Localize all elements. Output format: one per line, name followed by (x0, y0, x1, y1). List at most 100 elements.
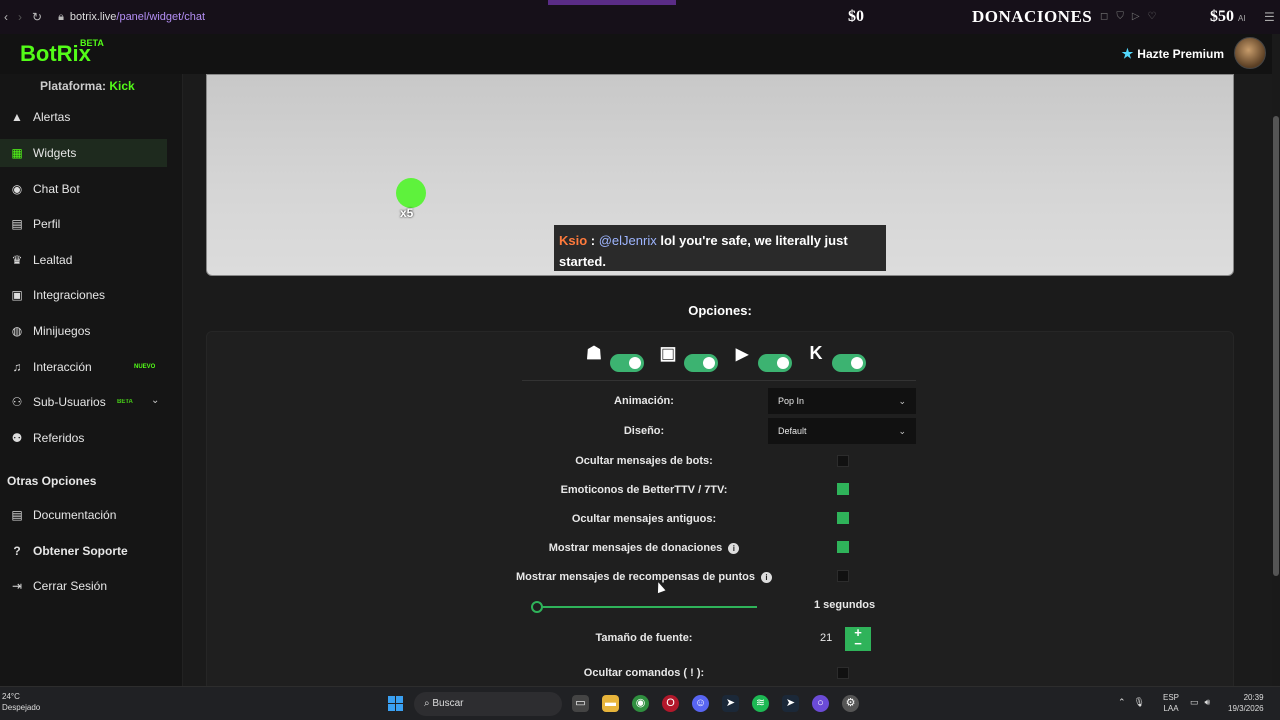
system-tray[interactable]: ⌃ 🎙︎ (1118, 697, 1145, 708)
sidebar-item-minijuegos[interactable]: ◍ Minijuegos (0, 317, 167, 345)
shield-icon[interactable]: ⛉ (1116, 11, 1124, 22)
chrome-icon[interactable]: ◉ (632, 695, 649, 712)
play-icon[interactable]: ▷ (1132, 11, 1140, 22)
hide-bots-checkbox[interactable] (837, 455, 849, 467)
window-icon[interactable]: ◻ (1100, 11, 1108, 22)
logout-icon: ⇥ (11, 579, 23, 593)
language-indicator[interactable]: ESP LAA (1163, 692, 1179, 714)
sidebar-item-interaccion[interactable]: ♫ Interacción NUEVO (0, 353, 167, 381)
platform-indicator: Plataforma: Kick (40, 79, 135, 93)
donations-label: Mostrar mensajes de donaciones (548, 542, 723, 554)
donations-goal: $50 AI (1210, 8, 1246, 25)
os-taskbar: 24°C Despejado ⌕ Buscar ▭ ▬ ◉ O ☺ ➤ ≋ ➤ ○… (0, 686, 1280, 720)
discord-icon[interactable]: ☺ (692, 695, 709, 712)
warning-icon: ▲ (11, 110, 23, 124)
donations-checkbox[interactable] (837, 541, 849, 553)
chevron-down-icon[interactable]: ⌄ (151, 395, 159, 406)
taskbar-search[interactable]: ⌕ Buscar (414, 692, 562, 716)
chat-username: Ksio (559, 233, 588, 248)
font-size-stepper[interactable]: + − (845, 626, 871, 651)
donations-option: Mostrar mensajes de donaciones i (524, 542, 764, 554)
windows-start-icon[interactable] (388, 696, 403, 711)
sidebar-item-soporte[interactable]: ? Obtener Soporte (0, 537, 167, 565)
clock[interactable]: 20:39 19/3/2026 (1228, 692, 1264, 714)
animation-label: Animación: (614, 395, 674, 407)
animation-select[interactable]: Pop In ⌄ (768, 388, 916, 414)
donations-title: DONACIONES (972, 7, 1093, 26)
page-scrollbar[interactable] (1272, 34, 1280, 686)
speaker-icon[interactable]: 🔊︎ (1205, 697, 1211, 708)
bttv-checkbox[interactable] (837, 483, 849, 495)
settings-icon[interactable]: ⚙ (842, 695, 859, 712)
sidebar-item-alertas[interactable]: ▲ Alertas (0, 103, 167, 131)
browser-extension-icons[interactable]: ◻ ⛉ ▷ ♡ (1100, 11, 1156, 22)
info-icon[interactable]: i (761, 571, 773, 583)
id-card-icon: ▤ (11, 217, 23, 231)
botrix-logo[interactable]: BotRix BETA (20, 38, 104, 67)
app-header: BotRix BETA ★ Hazte Premium (0, 34, 1272, 74)
opera-icon[interactable]: O (662, 695, 679, 712)
hide-bots-label: Ocultar mensajes de bots: (575, 455, 713, 467)
toggle-kick[interactable] (832, 354, 866, 372)
microphone-icon[interactable]: 🎙︎ (1134, 697, 1145, 708)
kick-bot-icon: ☗ (585, 343, 603, 363)
toggle-twitch[interactable] (684, 354, 718, 372)
taskbar-apps: ▭ ▬ ◉ O ☺ ➤ ≋ ➤ ○ ⚙ (572, 695, 859, 712)
sidebar-item-lealtad[interactable]: ♛ Lealtad (0, 246, 167, 274)
premium-button[interactable]: ★ Hazte Premium (1122, 46, 1224, 62)
sidebar-item-integraciones[interactable]: ▣ Integraciones (0, 281, 167, 309)
forward-icon[interactable]: › (18, 10, 22, 24)
address-bar[interactable]: 🔒︎ botrix.live/panel/widget/chat (58, 11, 205, 24)
spotify-icon[interactable]: ≋ (752, 695, 769, 712)
sidebar-item-widgets[interactable]: ▦ Widgets (0, 139, 167, 167)
sidebar-item-perfil[interactable]: ▤ Perfil (0, 210, 167, 238)
sidebar-item-referidos[interactable]: ⚉ Referidos (0, 424, 167, 452)
duration-slider-track[interactable] (537, 606, 757, 608)
toggle-kick-bot[interactable] (610, 354, 644, 372)
task-view-icon[interactable]: ▭ (572, 695, 589, 712)
heart-icon[interactable]: ♡ (1148, 11, 1157, 22)
obs-icon[interactable]: ○ (812, 695, 829, 712)
chat-message: Ksio : @elJenrix lol you're safe, we lit… (554, 225, 886, 271)
gamepad-icon: ◍ (11, 324, 23, 338)
avatar[interactable] (1234, 37, 1266, 69)
toggle-youtube[interactable] (758, 354, 792, 372)
youtube-icon: ▶ (735, 346, 749, 363)
hide-commands-checkbox[interactable] (837, 667, 849, 679)
sidebar-item-documentacion[interactable]: ▤ Documentación (0, 501, 167, 529)
twitch-icon: ▣ (659, 343, 677, 363)
bttv-label: Emoticonos de BetterTTV / 7TV: (560, 484, 728, 496)
chevron-up-icon[interactable]: ⌃ (1118, 697, 1126, 708)
star-icon: ★ (1121, 46, 1134, 61)
duration-value: 1 segundos (814, 599, 876, 611)
rewards-checkbox[interactable] (837, 570, 849, 582)
info-icon[interactable]: i (728, 542, 740, 554)
browser-nav: ‹ › ↻ (4, 10, 42, 24)
sidebar-item-sub-usuarios[interactable]: ⚇ Sub-Usuarios BETA ⌄ (0, 388, 167, 416)
steam-icon[interactable]: ➤ (782, 695, 799, 712)
help-icon: ? (13, 544, 21, 558)
design-select[interactable]: Default ⌄ (768, 418, 916, 444)
emote-image (396, 178, 426, 208)
minus-icon[interactable]: − (845, 637, 871, 650)
url-host: botrix.live (69, 11, 117, 23)
beta-badge: BETA (117, 399, 133, 405)
scrollbar-thumb[interactable] (1273, 116, 1279, 576)
docs-icon: ▤ (11, 508, 23, 522)
lock-icon: 🔒︎ (58, 10, 64, 23)
duration-slider-handle[interactable] (531, 601, 543, 613)
tray-icons[interactable]: ▭ 🔊︎ (1190, 697, 1210, 708)
hide-old-checkbox[interactable] (837, 512, 849, 524)
app-icon[interactable]: ➤ (722, 695, 739, 712)
hide-commands-label: Ocultar comandos ( ! ): (583, 667, 705, 679)
reload-icon[interactable]: ↻ (32, 10, 42, 24)
sidebar-item-cerrar-sesion[interactable]: ⇥ Cerrar Sesión (0, 572, 167, 600)
platform-toggles: ☗ ▣ ▶ K (582, 343, 874, 372)
sidebar-item-chat-bot[interactable]: ◉ Chat Bot (0, 175, 167, 203)
menu-icon[interactable]: ☰ (1264, 10, 1275, 24)
trophy-icon: ♛ (11, 253, 23, 267)
back-icon[interactable]: ‹ (4, 10, 8, 24)
weather-widget[interactable]: 24°C Despejado (2, 691, 40, 713)
monitor-icon[interactable]: ▭ (1190, 697, 1199, 708)
file-explorer-icon[interactable]: ▬ (602, 695, 619, 712)
